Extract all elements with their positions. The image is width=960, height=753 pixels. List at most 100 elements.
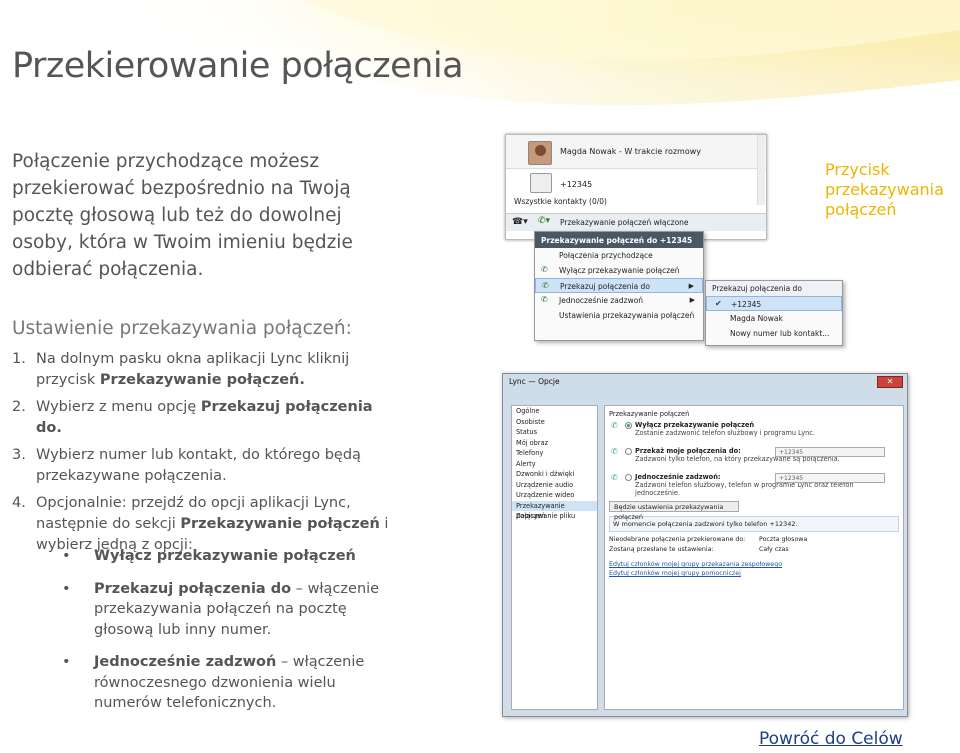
option-bold: Jednocześnie zadzwoń [94, 654, 277, 670]
phone-icon [530, 173, 552, 193]
option-bold: Przekazuj połączenia do [94, 580, 292, 597]
close-button[interactable]: ✕ [877, 376, 903, 388]
menu-item-forward-to[interactable]: ✆ Przekazuj połączenia do ▶ [535, 278, 703, 293]
menu-item-incoming[interactable]: Połączenia przychodzące [535, 248, 703, 263]
step-2: 2. Wybierz z menu opcję Przekazuj połącze… [12, 397, 402, 439]
nav-item[interactable]: Telefony [512, 448, 597, 459]
menu-item-simultaneous-ring[interactable]: ✆ Jednocześnie zadzwoń ▶ [535, 293, 703, 308]
submenu-item-new[interactable]: Nowy numer lub kontakt... [706, 326, 842, 341]
contact-name: Magda Nowak - W trakcie rozmowy [560, 147, 702, 156]
back-to-goals-link[interactable]: Powróć do Celów [759, 729, 903, 749]
menu-item-label: Wyłącz przekazywanie połączeń [559, 266, 680, 275]
nav-item[interactable]: Mój obraz [512, 438, 597, 449]
phone-icon: ✆ [611, 421, 618, 430]
edit-team-link[interactable]: Edytuj członków mojej grupy przekazania … [609, 561, 899, 568]
kv-value: Poczta głosowa [759, 536, 808, 543]
section-heading: Ustawienie przekazywania połączeń: [12, 318, 352, 339]
conversation-panel: Magda Nowak - W trakcie rozmowy +12345 W… [505, 134, 767, 240]
nav-item-selected[interactable]: Przekazywanie połączeń [512, 500, 597, 520]
submenu-item-number[interactable]: ✔ +12345 [706, 296, 842, 311]
kv-row: Zostaną przesłane te ustawienia: Cały cza… [609, 546, 899, 553]
nav-item[interactable]: Osobiste [512, 417, 597, 428]
contact-number: +12345 [560, 180, 593, 189]
step-bold: Przekazywanie połączeń [180, 516, 380, 532]
step-1: 1. Na dolnym pasku okna aplikacji Lync kl… [12, 349, 402, 391]
option-title: Przekaż moje połączenia do: [635, 447, 741, 455]
option-forward[interactable]: ✆ Przekaż moje połączenia do: +12345 Zad… [609, 447, 899, 467]
submenu-item-label: +12345 [731, 300, 762, 309]
submenu-item-contact[interactable]: Magda Nowak [706, 311, 842, 326]
step-number: 3. [12, 447, 26, 463]
submenu-header: Przekazuj połączenia do [706, 281, 842, 296]
steps-list: 1. Na dolnym pasku okna aplikacji Lync kl… [12, 349, 402, 562]
step-bold: Przekazywanie połączeń. [99, 372, 305, 388]
lync-options-screenshot: Lync — Opcje ✕ Ogólne Osobiste Status Mó… [502, 373, 908, 717]
options-nav: Ogólne Osobiste Status Mój obraz Telefon… [511, 405, 598, 710]
bullet-icon: • [62, 654, 71, 670]
kv-value: Cały czas [759, 546, 789, 553]
radio[interactable] [625, 448, 632, 455]
page-title: Przekierowanie połączenia [12, 46, 464, 86]
section-title: Przekazywanie połączeń [609, 410, 690, 418]
option-desc: Zadzwoni telefon służbowy, telefon w pro… [635, 481, 854, 497]
step-text: Wybierz numer lub kontakt, do którego bę… [36, 447, 361, 484]
all-contacts-label: Wszystkie kontakty (0/0) [514, 197, 607, 206]
nav-item[interactable]: Ogólne [512, 406, 597, 417]
menu-item-label: Przekazuj połączenia do [560, 282, 650, 291]
avatar [528, 141, 552, 165]
simul-ring-icon: ✆ [611, 473, 618, 482]
step-3: 3. Wybierz numer lub kontakt, do którego … [12, 445, 402, 487]
step-number: 4. [12, 495, 26, 511]
step-number: 2. [12, 399, 26, 415]
nav-item[interactable]: Dzwonki i dźwięki [512, 469, 597, 480]
radio-selected[interactable] [625, 422, 632, 429]
option-title: Jednocześnie zadzwoń: [635, 473, 721, 481]
kv-row: Nieodebrane połączenia przekierowane do:… [609, 536, 899, 543]
options-list: • Wyłącz przekazywanie połączeń • Przekazu… [62, 546, 382, 726]
phone-icon: ✆ [541, 265, 548, 274]
submenu-arrow-icon: ▶ [688, 282, 694, 290]
forward-icon: ✆ [611, 447, 618, 456]
info-box: W momencie połączenia zadzwoni tylko tel… [609, 516, 899, 532]
phone-dropdown-icon[interactable]: ☎▾ [512, 217, 528, 227]
forward-submenu: Przekazuj połączenia do ✔ +12345 Magda No… [705, 280, 843, 346]
menu-item-disable-forwarding[interactable]: ✆ Wyłącz przekazywanie połączeń [535, 263, 703, 278]
simul-dropdown[interactable]: +12345 [775, 473, 885, 483]
lync-menu-screenshot: Magda Nowak - W trakcie rozmowy +12345 W… [495, 134, 850, 346]
bottom-bar: ☎▾ ✆▾ Przekazywanie połączeń włączone [506, 213, 766, 231]
scrollbar[interactable] [757, 135, 765, 205]
option-simultaneous[interactable]: ✆ Jednocześnie zadzwoń: +12345 Zadzwoni … [609, 473, 899, 497]
options-content: Przekazywanie połączeń ✆ Wyłącz przekazy… [604, 405, 904, 710]
simul-ring-icon: ✆ [541, 295, 548, 304]
option-bold: Wyłącz przekazywanie połączeń [94, 548, 356, 564]
nav-item[interactable]: Zapisywanie pliku [512, 511, 597, 522]
call-forwarding-icon[interactable]: ✆▾ [538, 216, 550, 226]
menu-header: Przekazywanie połączeń do +12345 [535, 232, 703, 248]
forward-dropdown[interactable]: +12345 [775, 447, 885, 457]
intro-text: Połączenie przychodzące możesz przekiero… [12, 151, 353, 280]
step-number: 1. [12, 351, 26, 367]
nav-item[interactable]: Urządzenie audio [512, 480, 597, 491]
contact-row: Magda Nowak - W trakcie rozmowy [506, 135, 766, 169]
option-title: Wyłącz przekazywanie połączeń [635, 421, 755, 429]
bullet-icon: • [62, 580, 71, 597]
option-item: • Wyłącz przekazywanie połączeń [62, 546, 382, 567]
option-disable[interactable]: ✆ Wyłącz przekazywanie połączeń Zostanie… [609, 421, 899, 441]
forwarding-status[interactable]: Przekazywanie połączeń włączone [560, 218, 689, 227]
menu-item-label: Jednocześnie zadzwoń [559, 296, 644, 305]
forward-icon: ✆ [542, 281, 549, 290]
settings-button[interactable]: Będzie ustawienia przekazywania połączeń [609, 501, 739, 521]
radio[interactable] [625, 474, 632, 481]
nav-item[interactable]: Urządzenie wideo [512, 490, 597, 501]
check-icon: ✔ [715, 299, 722, 308]
menu-item-settings[interactable]: Ustawienia przekazywania połączeń [535, 308, 703, 323]
step-text: Wybierz z menu opcję [36, 399, 201, 415]
nav-item[interactable]: Alerty [512, 459, 597, 470]
forwarding-menu: Przekazywanie połączeń do +12345 Połącze… [534, 231, 704, 341]
kv-key: Zostaną przesłane te ustawienia: [609, 546, 714, 553]
nav-item[interactable]: Status [512, 427, 597, 438]
submenu-arrow-icon: ▶ [689, 296, 695, 304]
option-item: • Przekazuj połączenia do – włączenie prz… [62, 579, 382, 641]
edit-delegates-link[interactable]: Edytuj członków mojej grupy pomocniczej [609, 570, 899, 577]
bullet-icon: • [62, 548, 71, 564]
